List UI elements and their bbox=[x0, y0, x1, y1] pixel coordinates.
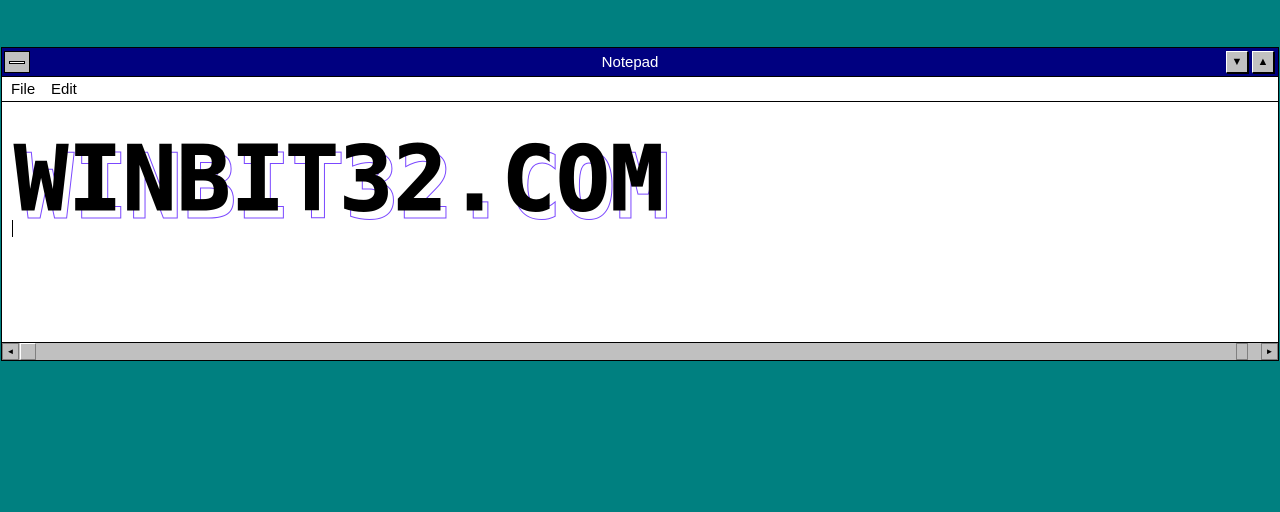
title-bar[interactable]: Notepad ▼ ▲ bbox=[2, 48, 1278, 77]
text-art-main: WINBIT32.COM bbox=[14, 132, 664, 232]
minimize-button[interactable]: ▼ bbox=[1226, 51, 1248, 73]
menu-bar: File Edit bbox=[2, 77, 1278, 102]
menu-file[interactable]: File bbox=[11, 81, 35, 98]
text-editor[interactable]: WINBIT32.COM WINBIT32.COM bbox=[2, 102, 1278, 342]
scroll-right-button[interactable]: ► bbox=[1261, 343, 1278, 360]
maximize-button[interactable]: ▲ bbox=[1252, 51, 1274, 73]
system-menu-button[interactable] bbox=[4, 51, 30, 73]
pixel-text-art: WINBIT32.COM WINBIT32.COM bbox=[14, 132, 671, 236]
menu-edit[interactable]: Edit bbox=[51, 81, 77, 98]
text-caret bbox=[12, 220, 13, 237]
window-title: Notepad bbox=[601, 54, 659, 71]
scroll-track-end bbox=[1236, 343, 1248, 360]
horizontal-scrollbar[interactable]: ◄ ► bbox=[2, 342, 1278, 360]
scroll-thumb[interactable] bbox=[20, 343, 36, 360]
notepad-window: Notepad ▼ ▲ File Edit WINBIT32.COM WINBI… bbox=[1, 47, 1279, 361]
system-menu-icon bbox=[9, 61, 25, 64]
scroll-left-button[interactable]: ◄ bbox=[2, 343, 19, 360]
